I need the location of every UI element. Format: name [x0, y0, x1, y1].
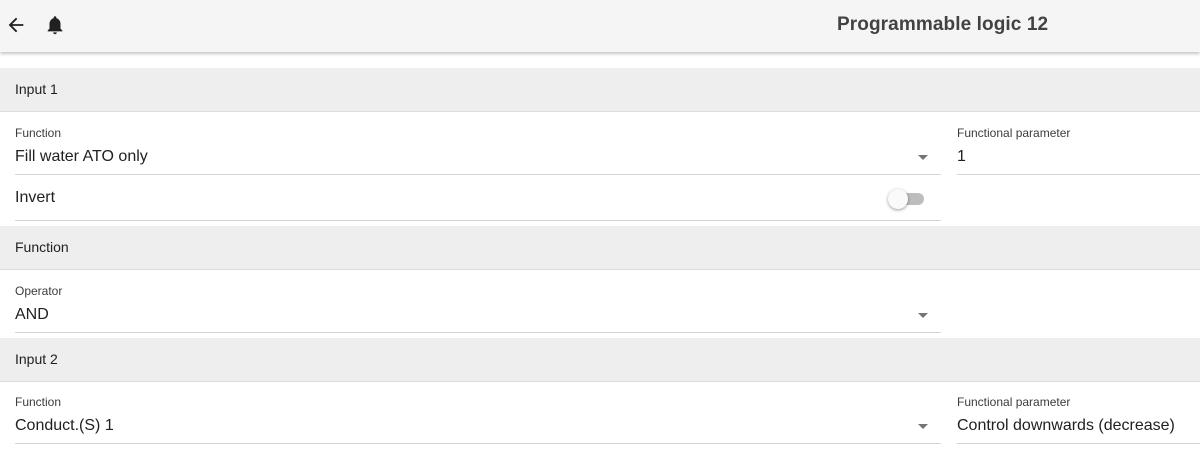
bell-icon: [47, 16, 63, 35]
back-button[interactable]: [5, 14, 27, 36]
arrow-back-icon: [8, 17, 24, 33]
input2-function-label: Function: [15, 395, 62, 409]
section-header-input-2: Input 2: [0, 338, 1200, 382]
input1-function-underline: [15, 174, 941, 175]
section-header-input-1: Input 1: [0, 68, 1200, 112]
section-header-function: Function: [0, 226, 1200, 270]
input2-function-value: Conduct.(S) 1: [15, 417, 114, 434]
section-title-function: Function: [15, 239, 69, 255]
input1-param-underline: [957, 174, 1200, 175]
section-title-input-2: Input 2: [15, 351, 58, 367]
input2-param-select[interactable]: Control downwards (decrease): [957, 417, 1175, 435]
invert-toggle-thumb: [888, 189, 908, 209]
input2-function-select[interactable]: Conduct.(S) 1: [15, 409, 941, 443]
input1-function-value: Fill water ATO only: [15, 148, 148, 165]
chevron-down-icon: [918, 424, 928, 429]
chevron-down-icon: [918, 313, 928, 318]
chevron-down-icon: [918, 155, 928, 160]
operator-value: AND: [15, 306, 49, 323]
operator-label: Operator: [15, 284, 63, 298]
invert-label: Invert: [15, 189, 56, 206]
input2-param-label: Functional parameter: [957, 395, 1071, 409]
input2-function-underline: [15, 443, 941, 444]
operator-select[interactable]: AND: [15, 298, 941, 332]
input2-param-underline: [957, 443, 1200, 444]
section-title-input-1: Input 1: [15, 81, 58, 97]
input1-function-select[interactable]: Fill water ATO only: [15, 140, 941, 174]
input1-param-label: Functional parameter: [957, 126, 1071, 140]
notifications-button[interactable]: [44, 14, 66, 36]
page-title: Programmable logic 12: [837, 14, 1049, 35]
invert-underline: [15, 220, 941, 221]
operator-underline: [15, 332, 941, 333]
invert-toggle[interactable]: [888, 188, 926, 209]
app-toolbar: Programmable logic 12: [0, 0, 1200, 52]
input1-function-label: Function: [15, 126, 62, 140]
input1-param-input[interactable]: 1: [957, 148, 966, 166]
